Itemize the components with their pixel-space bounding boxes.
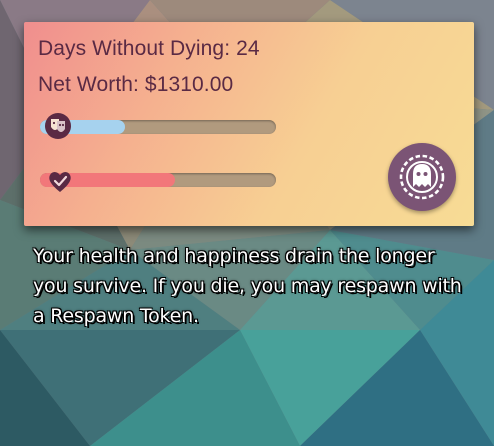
happiness-bar — [40, 120, 276, 134]
tutorial-caption: Your health and happiness drain the long… — [33, 245, 462, 327]
respawn-token-button[interactable] — [388, 143, 456, 211]
days-without-dying-label: Days Without Dying: 24 — [38, 37, 260, 60]
net-worth-label: Net Worth: $1310.00 — [38, 73, 234, 96]
health-bar — [40, 173, 276, 187]
theater-mask-icon — [45, 113, 71, 139]
ghost-token-icon — [399, 154, 445, 200]
heart-icon — [49, 172, 71, 192]
status-panel: Days Without Dying: 24 Net Worth: $1310.… — [24, 22, 474, 226]
